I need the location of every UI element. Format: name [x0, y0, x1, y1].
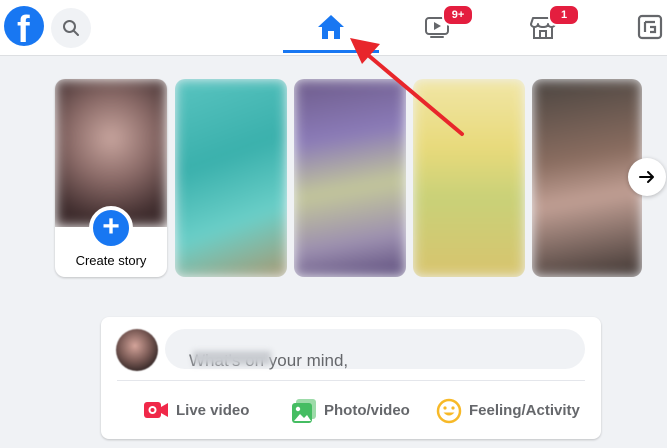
post-composer: What's on your mind, Live video Photo/vi…	[101, 317, 601, 439]
photo-video-icon	[292, 399, 316, 423]
tab-groups[interactable]	[612, 0, 667, 56]
home-icon	[318, 15, 344, 39]
tab-home[interactable]	[283, 0, 379, 56]
create-story-label: Create story	[75, 253, 147, 268]
watch-notification-badge: 9+	[442, 4, 474, 26]
facebook-logo[interactable]: f	[4, 6, 44, 46]
add-story-button[interactable]: +	[89, 206, 133, 250]
logo-letter: f	[17, 9, 30, 46]
arrow-right-icon	[639, 171, 654, 183]
search-button[interactable]	[51, 8, 91, 48]
top-navigation-bar: f 9+ 1	[0, 0, 667, 56]
whats-on-your-mind-input[interactable]: What's on your mind,	[165, 329, 585, 370]
active-tab-indicator	[283, 50, 379, 53]
story-card[interactable]	[294, 79, 406, 277]
story-card[interactable]	[413, 79, 525, 277]
search-icon	[63, 20, 79, 36]
live-video-label: Live video	[176, 402, 250, 419]
divider	[117, 380, 585, 381]
groups-icon	[637, 14, 663, 40]
tab-marketplace[interactable]: 1	[496, 0, 592, 56]
stories-next-button[interactable]	[628, 158, 666, 196]
create-story-card[interactable]: + Create story	[55, 79, 167, 277]
tab-watch[interactable]: 9+	[390, 0, 486, 56]
avatar[interactable]	[116, 329, 158, 371]
plus-icon: +	[102, 210, 120, 243]
photo-video-label: Photo/video	[324, 402, 410, 419]
marketplace-notification-badge: 1	[548, 4, 580, 26]
feeling-icon	[436, 398, 462, 424]
story-card[interactable]	[175, 79, 287, 277]
feeling-activity-label: Feeling/Activity	[469, 402, 580, 419]
profile-photo-preview	[55, 79, 167, 227]
live-video-icon	[144, 402, 168, 418]
story-card[interactable]	[532, 79, 642, 277]
redacted-user-name	[193, 351, 271, 365]
